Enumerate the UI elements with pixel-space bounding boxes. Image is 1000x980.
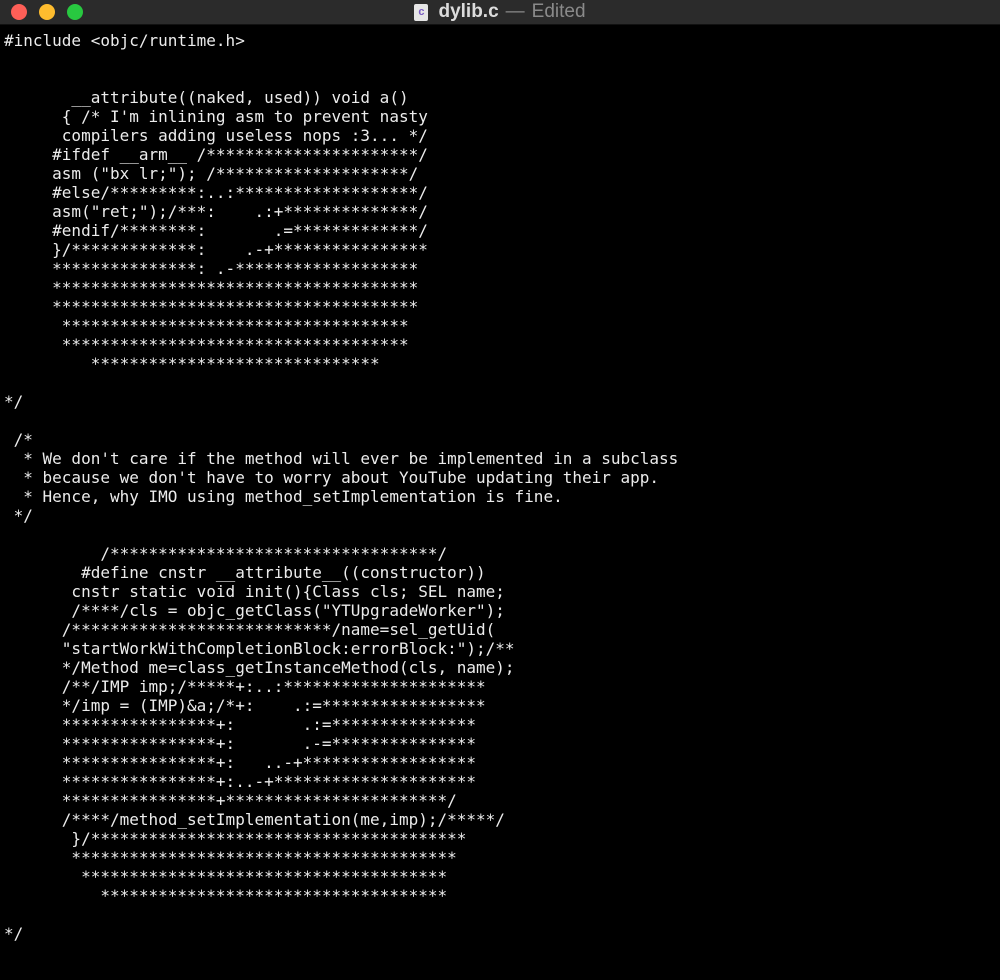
code-line[interactable]: /**/IMP imp;/*****+:..:*****************… [4,677,678,696]
code-line[interactable]: * because we don't have to worry about Y… [4,468,678,487]
file-icon-letter: c [418,5,425,18]
code-line[interactable]: cnstr static void init(){Class cls; SEL … [4,582,678,601]
code-line[interactable]: */Method me=class_getInstanceMethod(cls,… [4,658,678,677]
code-line[interactable]: * We don't care if the method will ever … [4,449,678,468]
code-line[interactable]: ************************************** [4,278,678,297]
code-line[interactable]: ****************+: .-=*************** [4,734,678,753]
title-bar[interactable]: c dylib.c — Edited [0,0,1000,25]
code-line[interactable]: /* [4,430,678,449]
code-line[interactable]: * Hence, why IMO using method_setImpleme… [4,487,678,506]
code-line[interactable]: /****/cls = objc_getClass("YTUpgradeWork… [4,601,678,620]
code-line[interactable]: #define cnstr __attribute__((constructor… [4,563,678,582]
code-line[interactable] [4,373,678,392]
code-line[interactable]: /***************************/name=sel_ge… [4,620,678,639]
code-line[interactable]: compilers adding useless nops :3... */ [4,126,678,145]
code-line[interactable]: */ [4,924,678,943]
code-line[interactable]: #else/*********:..:*******************/ [4,183,678,202]
code-text[interactable]: #include <objc/runtime.h> __attribute((n… [4,31,678,943]
code-line[interactable]: ************************************** [4,297,678,316]
code-line[interactable]: */ [4,392,678,411]
code-line[interactable]: #endif/********: .=*************/ [4,221,678,240]
title-separator: — [505,1,525,22]
c-file-icon: c [414,3,429,21]
file-name: dylib.c [438,1,499,22]
code-line[interactable]: ************************************ [4,886,678,905]
code-line[interactable]: ****************+: .:=*************** [4,715,678,734]
edited-status: Edited [531,1,586,22]
code-line[interactable] [4,411,678,430]
code-line[interactable]: ****************+:..-+******************… [4,772,678,791]
code-line[interactable]: #ifdef __arm__ /**********************/ [4,145,678,164]
code-line[interactable] [4,905,678,924]
code-line[interactable]: #include <objc/runtime.h> [4,31,678,50]
code-line[interactable]: "startWorkWithCompletionBlock:errorBlock… [4,639,678,658]
code-line[interactable]: */ [4,506,678,525]
code-line[interactable]: ***************: .-******************* [4,259,678,278]
code-editor[interactable]: #include <objc/runtime.h> __attribute((n… [0,25,1000,980]
code-line[interactable]: ************************************ [4,335,678,354]
code-line[interactable]: asm ("bx lr;"); /********************/ [4,164,678,183]
code-line[interactable]: ****************+***********************… [4,791,678,810]
window-title: c dylib.c — Edited [0,0,1000,24]
code-line[interactable]: ****************+: ..-+*****************… [4,753,678,772]
code-line[interactable]: asm("ret;");/***: .:+**************/ [4,202,678,221]
code-line[interactable] [4,69,678,88]
code-line[interactable]: { /* I'm inlining asm to prevent nasty [4,107,678,126]
code-line[interactable]: /**********************************/ [4,544,678,563]
code-line[interactable] [4,50,678,69]
code-line[interactable]: ****************************** [4,354,678,373]
code-line[interactable] [4,525,678,544]
code-line[interactable]: **************************************** [4,848,678,867]
code-line[interactable]: ************************************** [4,867,678,886]
editor-window: c dylib.c — Edited #include <objc/runtim… [0,0,1000,980]
code-line[interactable]: /****/method_setImplementation(me,imp);/… [4,810,678,829]
code-line[interactable]: }/*************: .-+**************** [4,240,678,259]
code-line[interactable]: __attribute((naked, used)) void a() [4,88,678,107]
code-line[interactable]: }/**************************************… [4,829,678,848]
code-line[interactable]: */imp = (IMP)&a;/*+: .:=****************… [4,696,678,715]
code-line[interactable]: ************************************ [4,316,678,335]
